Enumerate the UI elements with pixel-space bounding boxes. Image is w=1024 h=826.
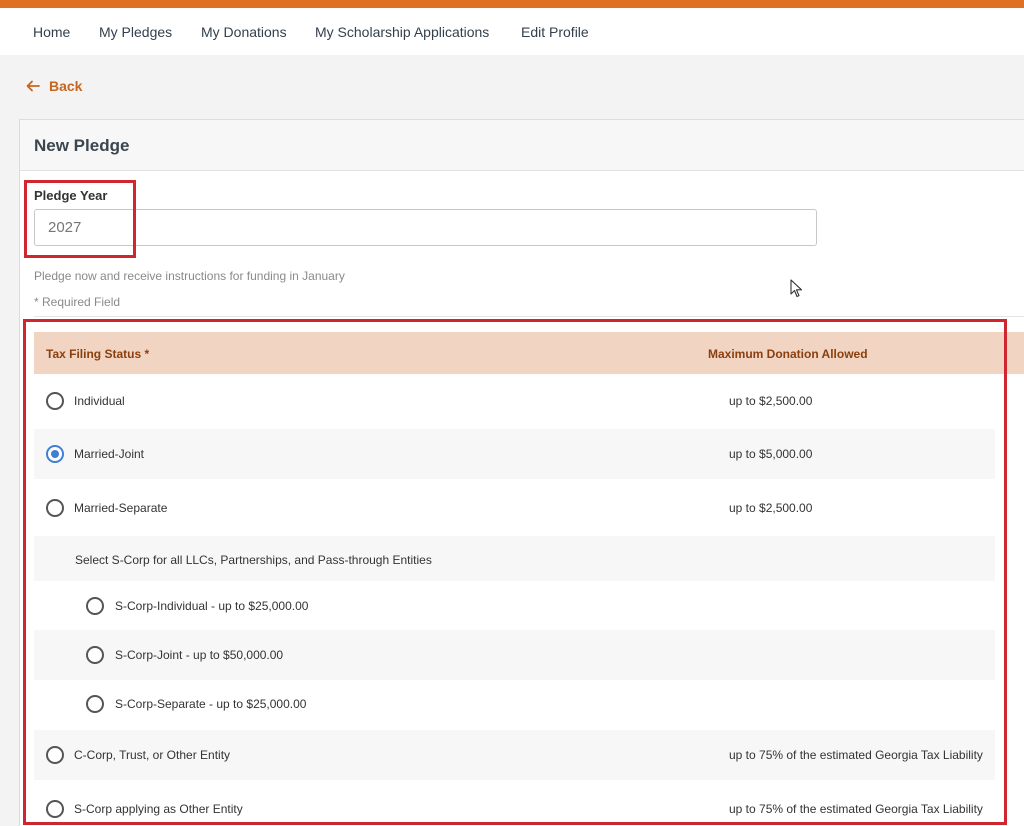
option-label: S-Corp-Individual - up to $25,000.00 xyxy=(115,599,309,613)
option-amount: up to $5,000.00 xyxy=(729,447,813,461)
pledge-year-input[interactable] xyxy=(34,209,817,246)
radio-scorp-separate[interactable] xyxy=(86,695,104,713)
option-amount: up to $2,500.00 xyxy=(729,501,813,515)
nav-home[interactable]: Home xyxy=(33,24,70,40)
option-amount: up to $2,500.00 xyxy=(729,394,813,408)
radio-scorp-individual[interactable] xyxy=(86,597,104,615)
option-row-married-separate[interactable]: Married-Separate up to $2,500.00 xyxy=(34,483,995,533)
option-row-individual[interactable]: Individual up to $2,500.00 xyxy=(34,376,995,426)
card-header: New Pledge xyxy=(20,120,1024,171)
option-row-scorp-separate[interactable]: S-Corp-Separate - up to $25,000.00 xyxy=(34,679,995,729)
option-label: Married-Joint xyxy=(74,447,145,461)
nav-edit-profile[interactable]: Edit Profile xyxy=(521,24,589,40)
arrow-left-icon xyxy=(26,80,40,92)
option-label: Married-Separate xyxy=(74,501,168,515)
top-accent-bar xyxy=(0,0,1024,8)
tax-status-table-header: Tax Filing Status * Maximum Donation All… xyxy=(34,332,1024,374)
page-title: New Pledge xyxy=(34,136,130,155)
option-amount: up to 75% of the estimated Georgia Tax L… xyxy=(729,748,983,762)
option-row-scorp-other-entity[interactable]: S-Corp applying as Other Entity up to 75… xyxy=(34,784,995,826)
option-amount: up to 75% of the estimated Georgia Tax L… xyxy=(729,802,983,816)
option-row-married-joint[interactable]: Married-Joint up to $5,000.00 xyxy=(34,429,995,479)
back-label: Back xyxy=(49,78,83,94)
option-label: Individual xyxy=(74,394,125,408)
radio-married-joint[interactable] xyxy=(46,445,64,463)
option-label: S-Corp-Joint - up to $50,000.00 xyxy=(115,648,284,662)
radio-scorp-joint[interactable] xyxy=(86,646,104,664)
required-field-note: * Required Field xyxy=(34,295,121,309)
option-row-scorp-individual[interactable]: S-Corp-Individual - up to $25,000.00 xyxy=(34,581,995,631)
scorp-note-row: Select S-Corp for all LLCs, Partnerships… xyxy=(34,536,995,581)
option-label: C-Corp, Trust, or Other Entity xyxy=(74,748,231,762)
option-row-ccorp-trust-other[interactable]: C-Corp, Trust, or Other Entity up to 75%… xyxy=(34,730,995,780)
radio-scorp-other-entity[interactable] xyxy=(46,800,64,818)
radio-ccorp-trust-other[interactable] xyxy=(46,746,64,764)
radio-married-separate[interactable] xyxy=(46,499,64,517)
nav-my-scholarship-applications[interactable]: My Scholarship Applications xyxy=(315,24,489,40)
nav-my-pledges[interactable]: My Pledges xyxy=(99,24,172,40)
pledge-year-label: Pledge Year xyxy=(34,188,108,203)
funding-hint: Pledge now and receive instructions for … xyxy=(34,269,345,283)
option-label: S-Corp applying as Other Entity xyxy=(74,802,243,816)
radio-individual[interactable] xyxy=(46,392,64,410)
option-label: S-Corp-Separate - up to $25,000.00 xyxy=(115,697,307,711)
col-tax-filing-status: Tax Filing Status * xyxy=(46,347,150,361)
col-max-donation: Maximum Donation Allowed xyxy=(708,347,868,361)
option-row-scorp-joint[interactable]: S-Corp-Joint - up to $50,000.00 xyxy=(34,630,995,680)
nav-my-donations[interactable]: My Donations xyxy=(201,24,287,40)
mouse-cursor-icon xyxy=(790,279,803,298)
divider xyxy=(34,316,1024,317)
back-link[interactable]: Back xyxy=(26,77,82,95)
top-navigation: Home My Pledges My Donations My Scholars… xyxy=(0,8,1024,55)
new-pledge-card: New Pledge Pledge Year Pledge now and re… xyxy=(19,119,1024,826)
scorp-note: Select S-Corp for all LLCs, Partnerships… xyxy=(75,553,432,567)
